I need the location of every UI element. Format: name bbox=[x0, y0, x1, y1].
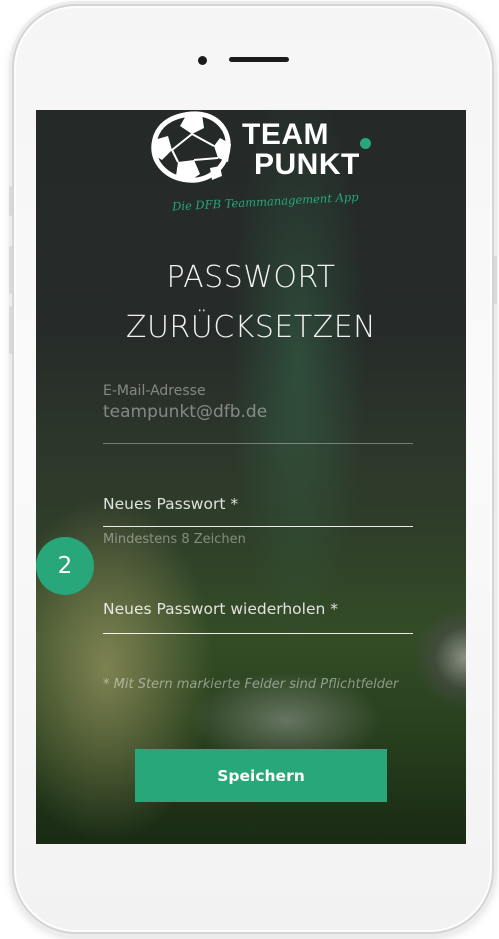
app-screen: TEAM PUNKT Die DFB Teammanagement App PA… bbox=[36, 110, 466, 844]
front-camera bbox=[198, 56, 207, 65]
email-underline bbox=[103, 443, 413, 444]
email-value[interactable]: teampunkt@dfb.de bbox=[103, 402, 413, 422]
logo-wordmark-punkt: PUNKT bbox=[254, 148, 360, 181]
app-logo: TEAM PUNKT Die DFB Teammanagement App bbox=[144, 110, 384, 220]
new-password-hint: Mindestens 8 Zeichen bbox=[103, 532, 246, 547]
power-button bbox=[494, 256, 497, 304]
page-title-line2: ZURÜCKSETZEN bbox=[125, 310, 377, 345]
repeat-password-placeholder[interactable]: Neues Passwort wiederholen * bbox=[103, 600, 413, 618]
save-button[interactable]: Speichern bbox=[135, 749, 387, 802]
background-photo bbox=[36, 110, 466, 844]
earpiece-speaker bbox=[229, 57, 289, 62]
logo-tagline: Die DFB Teammanagement App bbox=[171, 189, 359, 214]
new-password-underline bbox=[103, 526, 413, 527]
step-badge: 2 bbox=[36, 537, 94, 595]
new-password-field[interactable]: Neues Passwort * bbox=[103, 495, 413, 513]
new-password-placeholder[interactable]: Neues Passwort * bbox=[103, 495, 413, 513]
repeat-password-underline bbox=[103, 633, 413, 634]
volume-button bbox=[9, 186, 12, 216]
volume-button bbox=[9, 246, 12, 294]
soccer-ball-icon bbox=[151, 111, 231, 183]
required-fields-note: * Mit Stern markierte Felder sind Pflich… bbox=[103, 677, 399, 692]
logo-wordmark-team: TEAM bbox=[242, 118, 329, 151]
email-label: E-Mail-Adresse bbox=[103, 383, 206, 399]
repeat-password-field[interactable]: Neues Passwort wiederholen * bbox=[103, 600, 413, 618]
volume-button bbox=[9, 306, 12, 354]
email-field[interactable]: E-Mail-Adresse teampunkt@dfb.de bbox=[103, 383, 413, 422]
page-title-line1: PASSWORT bbox=[166, 260, 336, 295]
logo-dot bbox=[360, 138, 371, 149]
